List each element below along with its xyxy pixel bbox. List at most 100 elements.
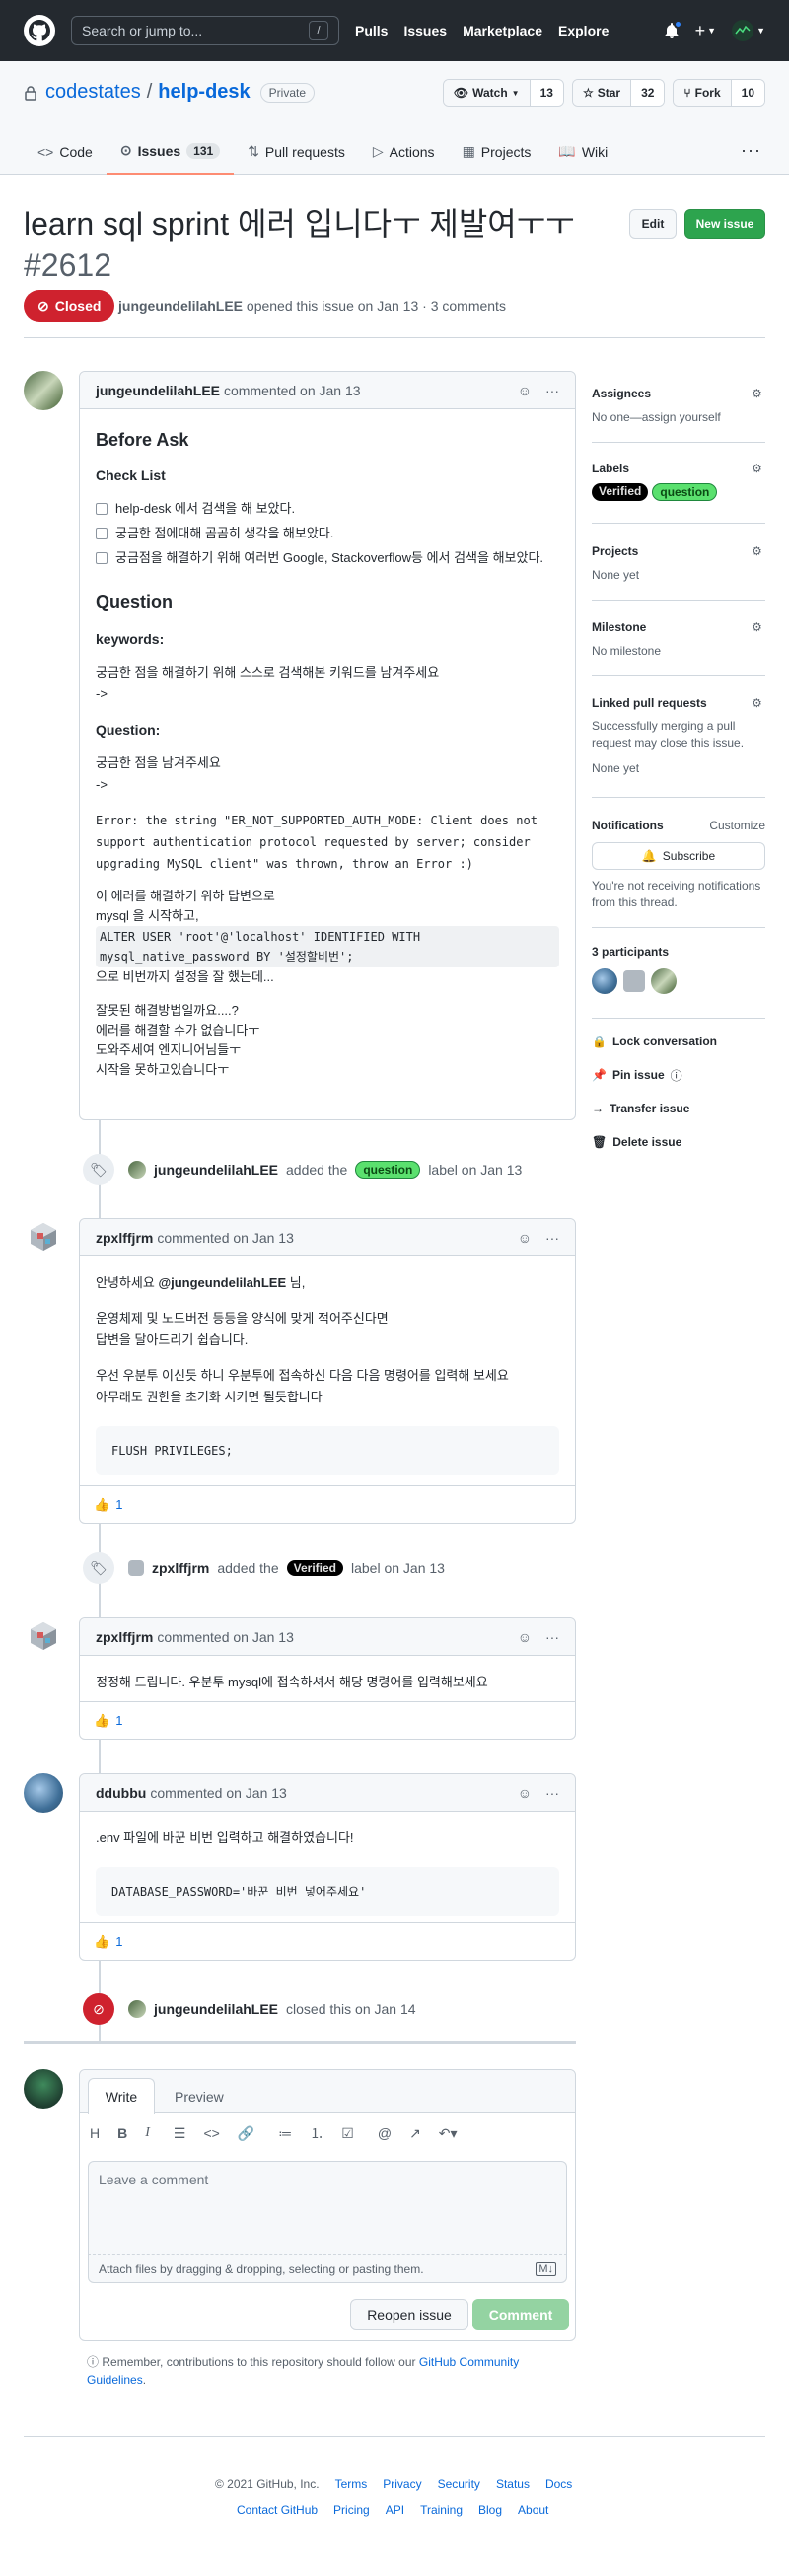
reference-icon[interactable]: ↗ [409,2125,421,2142]
label-verified[interactable]: Verified [286,1560,343,1576]
reaction-count[interactable]: 1 [115,1713,122,1728]
tab-wiki[interactable]: 📖 Wiki [544,128,621,175]
fork-button[interactable]: ⑂ Fork [674,80,732,106]
ordered-list-icon[interactable]: ⒈ [310,2123,323,2143]
footer-link-training[interactable]: Training [420,2503,463,2517]
sidebar-heading[interactable]: Projects [592,544,765,558]
subscribe-button[interactable]: 🔔 Subscribe [592,842,765,870]
avatar[interactable] [128,1560,144,1576]
tab-code[interactable]: <> Code [24,128,107,175]
thumbs-up-icon[interactable]: 👍 [94,1713,109,1729]
watch-count[interactable]: 13 [530,80,563,106]
smiley-icon[interactable]: ☺ [518,1785,532,1801]
smiley-icon[interactable]: ☺ [518,1629,532,1645]
mention-icon[interactable]: @ [378,2125,392,2141]
star-count[interactable]: 32 [631,80,665,106]
bold-icon[interactable]: B [117,2125,127,2141]
create-new-icon[interactable]: + ▼ [695,21,716,41]
kebab-icon[interactable]: ··· [545,1230,559,1246]
task-list-icon[interactable]: ☑ [341,2125,354,2142]
reopen-issue-button[interactable]: Reopen issue [350,2299,468,2330]
event-actor[interactable]: zpxlffjrm [152,1560,209,1576]
avatar[interactable] [24,1773,63,1813]
avatar[interactable] [651,968,677,994]
gear-icon[interactable]: ⚙ [752,544,765,558]
comment-author-link[interactable]: zpxlffjrm [96,1230,153,1246]
reaction-count[interactable]: 1 [115,1497,122,1512]
nav-explore[interactable]: Explore [558,23,609,38]
lock-conversation-link[interactable]: 🔒 Lock conversation [592,1032,765,1051]
footer-link-security[interactable]: Security [438,2477,480,2491]
watch-button[interactable]: 👁 Watch ▼ [443,80,531,106]
transfer-issue-link[interactable]: → Transfer issue [592,1099,765,1118]
link-icon[interactable]: 🔗 [238,2125,254,2142]
heading-icon[interactable]: H [90,2125,100,2141]
repo-name-link[interactable]: help-desk [158,81,250,104]
gear-icon[interactable]: ⚙ [752,620,765,634]
checkbox[interactable] [96,503,108,515]
checkbox[interactable] [96,552,108,564]
fork-count[interactable]: 10 [731,80,764,106]
footer-link-privacy[interactable]: Privacy [383,2477,421,2491]
comment-time[interactable]: commented on Jan 13 [224,383,361,398]
smiley-icon[interactable]: ☺ [518,1230,532,1246]
kebab-icon[interactable]: ··· [545,1785,559,1801]
assignees-value[interactable]: No one—assign yourself [592,410,765,424]
sidebar-heading[interactable]: Milestone [592,620,765,634]
nav-issues[interactable]: Issues [403,23,447,38]
footer-link-status[interactable]: Status [496,2477,530,2491]
footer-link-pricing[interactable]: Pricing [333,2503,370,2517]
comment-author-link[interactable]: jungeundelilahLEE [96,383,220,398]
smiley-icon[interactable]: ☺ [518,383,532,398]
label-question[interactable]: question [652,483,718,501]
nav-pulls[interactable]: Pulls [355,23,388,38]
comment-textarea[interactable]: Leave a comment [88,2161,567,2255]
footer-link-docs[interactable]: Docs [545,2477,572,2491]
star-button[interactable]: ☆ Star [572,80,632,106]
edit-button[interactable]: Edit [629,209,677,239]
footer-link-blog[interactable]: Blog [478,2503,502,2517]
avatar[interactable] [128,2000,146,2018]
sidebar-heading[interactable]: Labels [592,462,765,475]
file-attach-bar[interactable]: Attach files by dragging & dropping, sel… [88,2255,567,2283]
comment-author-link[interactable]: ddubbu [96,1785,146,1801]
comment-time[interactable]: commented on Jan 13 [157,1230,294,1246]
sidebar-heading[interactable]: Linked pull requests [592,696,765,710]
user-avatar-menu[interactable]: ▼ [732,20,765,41]
tab-preview[interactable]: Preview [175,2078,224,2114]
avatar[interactable] [592,968,617,994]
kebab-icon[interactable]: ··· [545,1629,559,1645]
footer-link-about[interactable]: About [518,2503,548,2517]
footer-link-terms[interactable]: Terms [335,2477,368,2491]
checkbox[interactable] [96,528,108,539]
avatar[interactable] [26,1618,61,1654]
thumbs-up-icon[interactable]: 👍 [94,1497,109,1513]
markdown-icon[interactable]: M↓ [536,2261,556,2276]
unordered-list-icon[interactable]: ≔ [278,2125,292,2142]
avatar[interactable] [26,1219,61,1254]
mention-link[interactable]: @jungeundelilahLEE [158,1275,286,1290]
comment-button[interactable]: Comment [472,2299,569,2330]
tab-pull-requests[interactable]: ⇅ Pull requests [234,128,359,175]
italic-icon[interactable]: I [145,2125,150,2141]
more-icon[interactable]: ··· [741,140,761,161]
kebab-icon[interactable]: ··· [545,383,559,398]
delete-issue-link[interactable]: 🗑 Delete issue [592,1132,765,1152]
label-verified[interactable]: Verified [592,483,649,501]
sidebar-heading[interactable]: Assignees [592,387,765,400]
comment-author-link[interactable]: zpxlffjrm [96,1629,153,1645]
footer-link-api[interactable]: API [386,2503,404,2517]
event-actor[interactable]: jungeundelilahLEE [154,2001,278,2017]
search-input[interactable]: Search or jump to... / [71,16,339,45]
repo-owner-link[interactable]: codestates [45,81,141,104]
thumbs-up-icon[interactable]: 👍 [94,1934,109,1950]
gear-icon[interactable]: ⚙ [752,462,765,475]
footer-link-contact[interactable]: Contact GitHub [237,2503,318,2517]
tab-projects[interactable]: ▦ Projects [449,128,545,175]
tab-write[interactable]: Write [88,2078,155,2114]
avatar[interactable] [24,371,63,410]
reaction-count[interactable]: 1 [115,1934,122,1949]
avatar[interactable] [623,970,645,992]
gear-icon[interactable]: ⚙ [752,696,765,710]
quote-icon[interactable]: ☰ [174,2125,186,2142]
